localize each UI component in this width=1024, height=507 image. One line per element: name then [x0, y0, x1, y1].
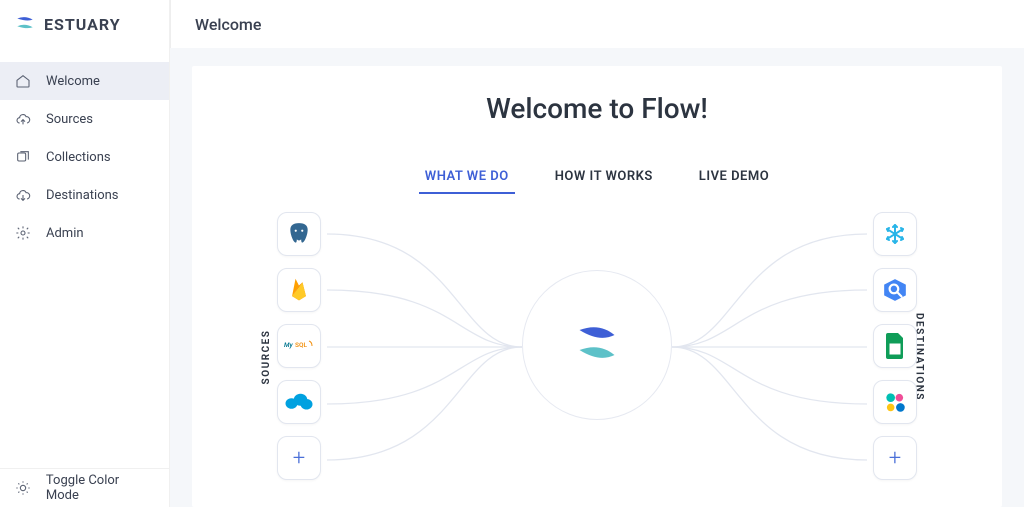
estuary-flow-icon — [572, 320, 622, 370]
sidebar-item-welcome[interactable]: Welcome — [0, 62, 169, 100]
brand-logo[interactable]: ESTUARY — [0, 0, 169, 48]
brand-name: ESTUARY — [44, 15, 121, 34]
cloud-up-icon — [14, 110, 32, 128]
sidebar: ESTUARY Welcome Sources Collections — [0, 0, 170, 507]
toggle-color-mode-label: Toggle Color Mode — [46, 473, 155, 503]
destination-column: + — [873, 212, 917, 480]
destination-add[interactable]: + — [873, 436, 917, 480]
source-firebase[interactable] — [277, 268, 321, 312]
sidebar-item-label: Admin — [46, 226, 84, 241]
brightness-icon — [14, 479, 32, 497]
collections-icon — [14, 148, 32, 166]
salesforce-icon — [284, 391, 314, 413]
toggle-color-mode[interactable]: Toggle Color Mode — [0, 469, 169, 507]
home-icon — [14, 72, 32, 90]
destination-google-sheets[interactable] — [873, 324, 917, 368]
sidebar-item-label: Collections — [46, 150, 111, 165]
welcome-panel: Welcome to Flow! WHAT WE DO HOW IT WORKS… — [192, 66, 1002, 507]
source-mysql[interactable]: MySQL — [277, 324, 321, 368]
source-add[interactable]: + — [277, 436, 321, 480]
source-column: MySQL + — [277, 212, 321, 480]
sidebar-item-admin[interactable]: Admin — [0, 214, 169, 252]
plus-icon: + — [293, 446, 305, 471]
page-title: Welcome — [195, 15, 261, 34]
sidebar-item-sources[interactable]: Sources — [0, 100, 169, 138]
cloud-down-icon — [14, 186, 32, 204]
mysql-icon: MySQL — [284, 337, 314, 355]
sidebar-nav: Welcome Sources Collections Destinations — [0, 48, 169, 468]
tab-live-demo[interactable]: LIVE DEMO — [693, 161, 775, 194]
sidebar-item-destinations[interactable]: Destinations — [0, 176, 169, 214]
flow-center — [522, 270, 672, 420]
google-sheets-icon — [885, 333, 905, 359]
flow-diagram: SOURCES DESTINATIONS — [277, 212, 917, 502]
header: Welcome — [170, 0, 1024, 48]
destination-bigquery[interactable] — [873, 268, 917, 312]
destination-snowflake[interactable] — [873, 212, 917, 256]
welcome-tabs: WHAT WE DO HOW IT WORKS LIVE DEMO — [192, 161, 1002, 194]
tab-what-we-do[interactable]: WHAT WE DO — [419, 161, 515, 194]
sidebar-item-label: Sources — [46, 112, 93, 127]
sources-label: SOURCES — [261, 330, 272, 385]
plus-icon: + — [889, 446, 901, 471]
sidebar-item-label: Destinations — [46, 188, 119, 203]
tab-how-it-works[interactable]: HOW IT WORKS — [549, 161, 659, 194]
gear-icon — [14, 224, 32, 242]
firebase-icon — [288, 277, 310, 303]
svg-text:SQL: SQL — [295, 341, 307, 349]
elasticsearch-icon — [882, 389, 908, 415]
estuary-logo-icon — [14, 13, 36, 35]
source-postgresql[interactable] — [277, 212, 321, 256]
main-area: Welcome Welcome to Flow! WHAT WE DO HOW … — [170, 0, 1024, 507]
bigquery-icon — [882, 277, 908, 303]
sidebar-item-label: Welcome — [46, 74, 100, 89]
svg-text:My: My — [284, 341, 294, 349]
welcome-heading: Welcome to Flow! — [192, 92, 1002, 125]
source-salesforce[interactable] — [277, 380, 321, 424]
postgresql-icon — [286, 221, 312, 247]
sidebar-item-collections[interactable]: Collections — [0, 138, 169, 176]
snowflake-icon — [883, 222, 907, 246]
destination-elasticsearch[interactable] — [873, 380, 917, 424]
